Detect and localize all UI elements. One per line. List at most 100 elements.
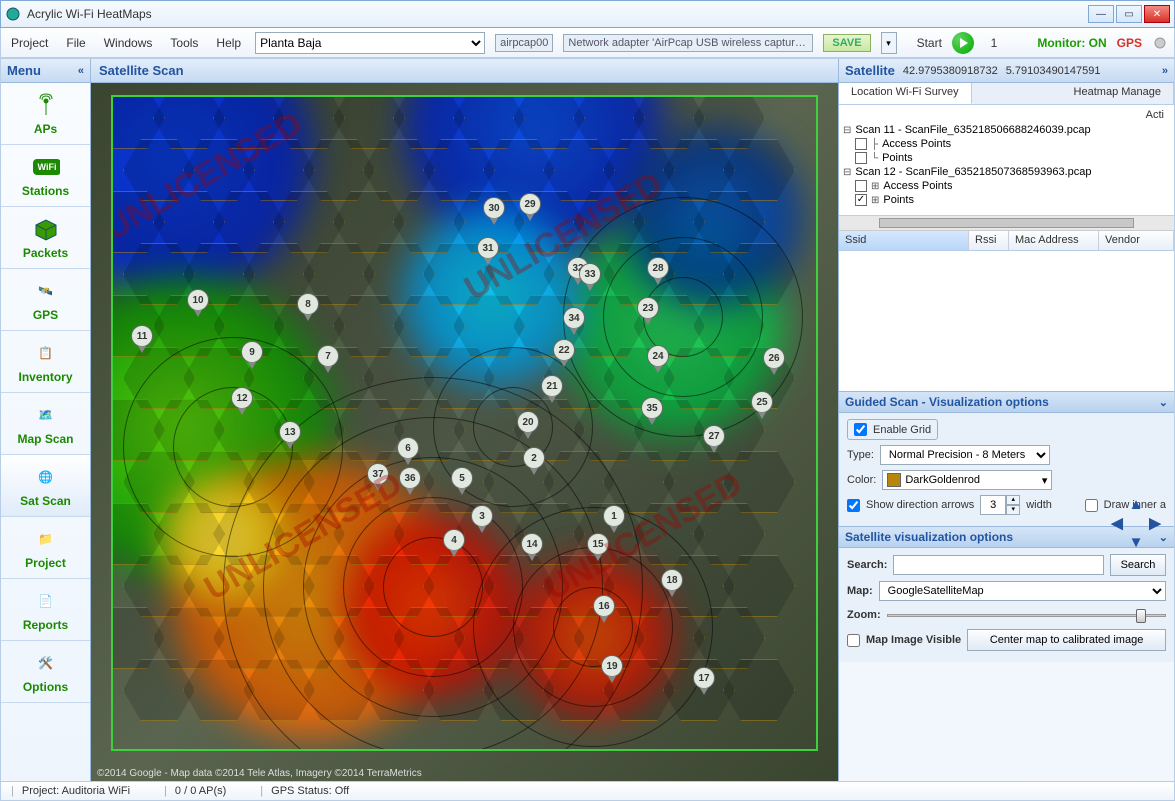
minimize-button[interactable]: — xyxy=(1088,5,1114,23)
map-pin[interactable]: 18 xyxy=(661,569,683,597)
map-pin[interactable]: 33 xyxy=(579,263,601,291)
map-pin[interactable]: 14 xyxy=(521,533,543,561)
sidebar-collapse-icon[interactable]: « xyxy=(78,65,84,77)
menu-help[interactable]: Help xyxy=(212,34,245,52)
enable-grid-checkbox[interactable] xyxy=(854,423,867,436)
nav-gps[interactable]: 🛰️GPS xyxy=(1,269,90,331)
search-input[interactable] xyxy=(893,555,1104,575)
map-pin[interactable]: 34 xyxy=(563,307,585,335)
adapter-long[interactable]: Network adapter 'AirPcap USB wireless ca… xyxy=(563,34,813,52)
map-pin[interactable]: 35 xyxy=(641,397,663,425)
map-pin[interactable]: 5 xyxy=(451,467,473,495)
map-pin[interactable]: 4 xyxy=(443,529,465,557)
map-pin[interactable]: 25 xyxy=(751,391,773,419)
status-aps: 0 / 0 AP(s) xyxy=(175,785,226,797)
tree-scrollbar[interactable] xyxy=(839,215,1174,231)
col-ssid[interactable]: Ssid xyxy=(839,231,969,250)
col-rssi[interactable]: Rssi xyxy=(969,231,1009,250)
arrow-up-icon[interactable]: ▲ xyxy=(1127,495,1145,513)
map-visible-checkbox[interactable] xyxy=(847,634,860,647)
map-pin[interactable]: 26 xyxy=(763,347,785,375)
tree-scan12[interactable]: Scan 12 - ScanFile_635218507368593963.pc… xyxy=(855,166,1091,178)
map-pin[interactable]: 10 xyxy=(187,289,209,317)
start-button[interactable] xyxy=(952,32,974,54)
map-pin[interactable]: 21 xyxy=(541,375,563,403)
nav-satscan[interactable]: 🌐Sat Scan xyxy=(1,455,90,517)
show-arrows-checkbox[interactable] xyxy=(847,499,860,512)
map-pin[interactable]: 15 xyxy=(587,533,609,561)
draw-inner-checkbox[interactable] xyxy=(1085,499,1098,512)
col-mac[interactable]: Mac Address xyxy=(1009,231,1099,250)
arrow-width-spinner[interactable]: ▴▾ xyxy=(980,495,1020,515)
adapter-short[interactable]: airpcap00 xyxy=(495,34,553,52)
map-pin[interactable]: 13 xyxy=(279,421,301,449)
map-pin[interactable]: 31 xyxy=(477,237,499,265)
nav-aps[interactable]: APs xyxy=(1,83,90,145)
map-pin[interactable]: 23 xyxy=(637,297,659,325)
map-pin[interactable]: 22 xyxy=(553,339,575,367)
nav-inventory[interactable]: 📋Inventory xyxy=(1,331,90,393)
ssid-table[interactable]: Ssid Rssi Mac Address Vendor xyxy=(839,231,1174,391)
cb-scan11-pts[interactable] xyxy=(855,152,867,164)
save-button[interactable]: SAVE xyxy=(823,34,870,52)
map-pin[interactable]: 37 xyxy=(367,463,389,491)
tab-heatmap[interactable]: Heatmap Manage xyxy=(1062,83,1174,104)
arrow-left-icon[interactable]: ◀ xyxy=(1108,514,1126,532)
cb-scan12-pts[interactable] xyxy=(855,194,867,206)
scan-tree[interactable]: Acti ⊟Scan 11 - ScanFile_635218506688246… xyxy=(839,105,1174,215)
nav-mapscan[interactable]: 🗺️Map Scan xyxy=(1,393,90,455)
map-pin[interactable]: 16 xyxy=(593,595,615,623)
map-type-select[interactable]: GoogleSatelliteMap xyxy=(879,581,1166,601)
zoom-slider[interactable] xyxy=(887,606,1166,624)
guided-scan-header[interactable]: Guided Scan - Visualization options⌄ xyxy=(839,391,1174,413)
map-pin[interactable]: 19 xyxy=(601,655,623,683)
menu-project[interactable]: Project xyxy=(7,34,52,52)
menu-file[interactable]: File xyxy=(62,34,89,52)
direction-arrows-pad[interactable]: ▲ ◀ ▶ ▼ xyxy=(1108,495,1164,551)
grid-type-select[interactable]: Normal Precision - 8 Meters xyxy=(880,445,1050,465)
col-vendor[interactable]: Vendor xyxy=(1099,231,1174,250)
expand-icon[interactable]: » xyxy=(1162,65,1168,77)
report-icon: 📄 xyxy=(32,588,60,614)
tab-survey[interactable]: Location Wi-Fi Survey xyxy=(839,83,972,104)
arrow-right-icon[interactable]: ▶ xyxy=(1146,514,1164,532)
map-pin[interactable]: 8 xyxy=(297,293,319,321)
save-dropdown[interactable]: ▾ xyxy=(881,32,897,54)
map-pin[interactable]: 1 xyxy=(603,505,625,533)
map-pin[interactable]: 2 xyxy=(523,447,545,475)
menu-windows[interactable]: Windows xyxy=(100,34,157,52)
search-button[interactable]: Search xyxy=(1110,554,1166,576)
map-pin[interactable]: 30 xyxy=(483,197,505,225)
map-pin[interactable]: 3 xyxy=(471,505,493,533)
map-pin[interactable]: 6 xyxy=(397,437,419,465)
center-map-button[interactable]: Center map to calibrated image xyxy=(967,629,1166,651)
map-pin[interactable]: 36 xyxy=(399,467,421,495)
actions-header: Acti xyxy=(843,107,1170,123)
grid-color-select[interactable]: DarkGoldenrod▾ xyxy=(882,470,1052,490)
map-pin[interactable]: 27 xyxy=(703,425,725,453)
maximize-button[interactable]: ▭ xyxy=(1116,5,1142,23)
arrow-down-icon[interactable]: ▼ xyxy=(1127,533,1145,551)
nav-reports[interactable]: 📄Reports xyxy=(1,579,90,641)
map-pin[interactable]: 20 xyxy=(517,411,539,439)
map-pin[interactable]: 9 xyxy=(241,341,263,369)
menu-tools[interactable]: Tools xyxy=(166,34,202,52)
cb-scan12-ap[interactable] xyxy=(855,180,867,192)
right-panel: Satellite 42.9795380918732 5.79103490147… xyxy=(838,59,1174,781)
floorplan-select[interactable]: Planta Baja xyxy=(255,32,485,54)
map-pin[interactable]: 11 xyxy=(131,325,153,353)
tree-scan11[interactable]: Scan 11 - ScanFile_635218506688246039.pc… xyxy=(855,124,1090,136)
map-canvas[interactable]: 1234567891011121314151617181920212223242… xyxy=(91,83,838,781)
map-pin[interactable]: 7 xyxy=(317,345,339,373)
cb-scan11-ap[interactable] xyxy=(855,138,867,150)
map-pin[interactable]: 12 xyxy=(231,387,253,415)
nav-packets[interactable]: Packets xyxy=(1,207,90,269)
map-pin[interactable]: 29 xyxy=(519,193,541,221)
map-pin[interactable]: 28 xyxy=(647,257,669,285)
nav-options[interactable]: 🛠️Options xyxy=(1,641,90,703)
map-pin[interactable]: 24 xyxy=(647,345,669,373)
map-pin[interactable]: 17 xyxy=(693,667,715,695)
nav-project[interactable]: 📁Project xyxy=(1,517,90,579)
nav-stations[interactable]: WiFiStations xyxy=(1,145,90,207)
close-button[interactable]: ✕ xyxy=(1144,5,1170,23)
